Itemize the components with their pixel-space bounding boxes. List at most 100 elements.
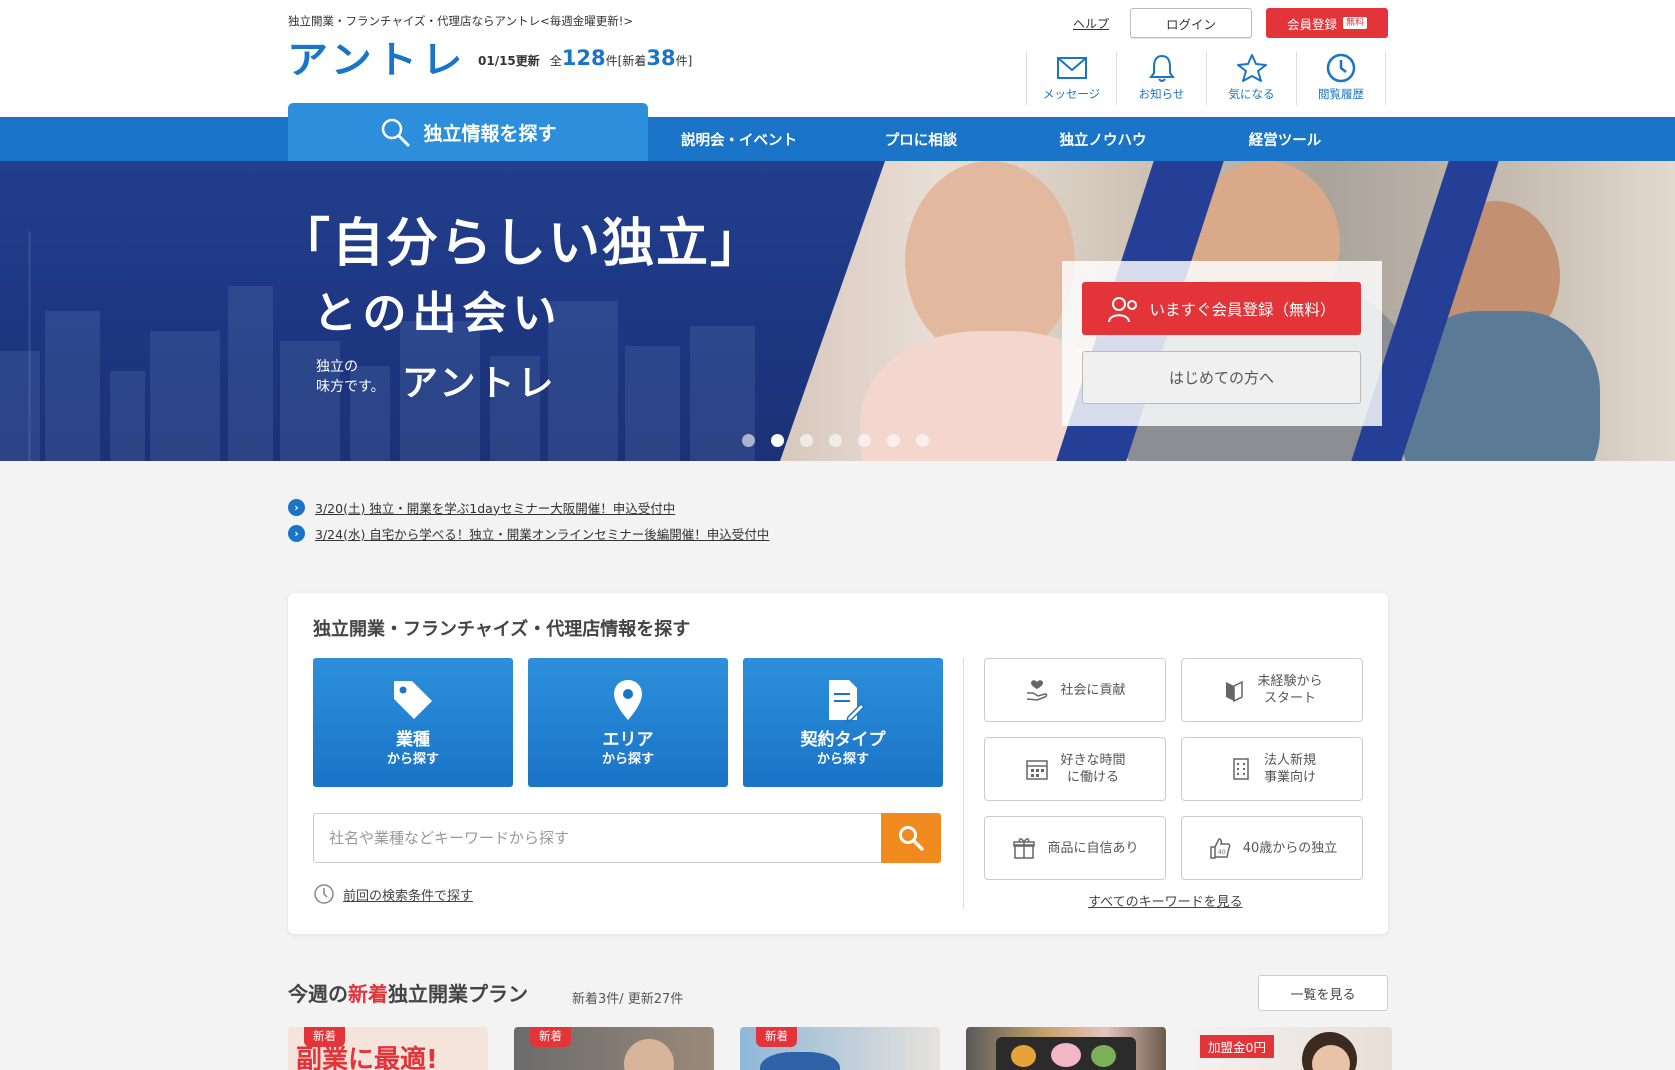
hero-register-button[interactable]: いますぐ会員登録（無料） (1082, 282, 1361, 335)
plans-title-new: 新着 (348, 982, 388, 1006)
nav-item-knowhow[interactable]: 独立ノウハウ (1012, 117, 1194, 161)
carousel-dots (742, 434, 929, 447)
total-count: 128 (561, 46, 606, 70)
header: 独立開業・フランチャイズ・代理店ならアントレ<毎週金曜更新!> アントレ 01/… (0, 0, 1675, 117)
plan-card[interactable]: 加盟金0円 (1192, 1027, 1392, 1070)
chevron-right-icon: › (288, 498, 305, 516)
keyword-label: 社会に貢献 (1060, 682, 1126, 698)
plans-title-pre: 今週の (288, 982, 348, 1006)
total-prefix: 全 (549, 54, 562, 68)
search-icon (899, 826, 924, 851)
keyword-social-contribution[interactable]: 社会に貢献 (984, 658, 1166, 722)
nav-item-tools[interactable]: 経営ツール (1194, 117, 1376, 161)
plans-title-post: 独立開業プラン (388, 982, 528, 1006)
keyword-label: 未経験から スタート (1257, 674, 1323, 706)
keyword-inexperienced[interactable]: 未経験から スタート (1181, 658, 1363, 722)
hero-logo: アントレ (402, 363, 557, 404)
messages-label: メッセージ (1042, 87, 1101, 101)
news-list: › 3/20(土) 独立・開業を学ぶ1dayセミナー大阪開催！申込受付中 › 3… (288, 494, 769, 546)
thumbs-up-40-icon: 40 (1209, 838, 1231, 859)
chevron-right-icon: › (288, 524, 305, 542)
plan-card[interactable]: 新着 (740, 1027, 940, 1070)
previous-search-link[interactable]: 前回の検索条件で探す (343, 885, 473, 904)
previous-search[interactable]: 前回の検索条件で探す (313, 883, 473, 905)
hero-tagline-line2: 味方です。 (316, 379, 385, 395)
keyword-product-confidence[interactable]: 商品に自信あり (984, 816, 1166, 880)
nav-item-consult[interactable]: プロに相談 (830, 117, 1012, 161)
total-unit: 件[新着 (605, 54, 647, 68)
carousel-dot[interactable] (858, 434, 871, 447)
update-date: 01/15更新 (478, 54, 540, 68)
carousel-dot[interactable] (829, 434, 842, 447)
history-button[interactable]: 閲覧履歴 (1296, 52, 1386, 105)
area-sub: から探す (601, 751, 654, 767)
messages-button[interactable]: メッセージ (1026, 52, 1116, 105)
view-all-plans-button[interactable]: 一覧を見る (1258, 975, 1388, 1011)
contract-sub: から探す (816, 751, 869, 767)
tag-icon (394, 680, 432, 719)
new-badge: 新着 (530, 1027, 571, 1047)
bell-icon (1148, 54, 1175, 82)
carousel-dot[interactable] (916, 434, 929, 447)
plan-card[interactable]: 新着 副業に最適! (288, 1027, 488, 1070)
nav-item-events[interactable]: 説明会・イベント (648, 117, 830, 161)
add-user-icon (1108, 296, 1138, 322)
carousel-dot[interactable] (800, 434, 813, 447)
calendar-icon (1026, 760, 1049, 780)
news-link[interactable]: 3/24(水) 自宅から学べる！独立・開業オンラインセミナー後編開催！申込受付中 (315, 524, 769, 543)
plan-card[interactable] (966, 1027, 1166, 1070)
register-label: 会員登録 (1286, 16, 1337, 32)
hero-title: 「自分らしい独立」 (278, 214, 765, 274)
contract-label: 契約タイプ (800, 729, 886, 750)
keyword-label: 40歳からの独立 (1242, 840, 1338, 856)
favorites-label: 気になる (1228, 87, 1275, 101)
first-time-button[interactable]: はじめての方へ (1082, 351, 1361, 404)
news-item[interactable]: › 3/20(土) 独立・開業を学ぶ1dayセミナー大阪開催！申込受付中 (288, 494, 769, 520)
notifications-button[interactable]: お知らせ (1116, 52, 1206, 105)
history-label: 閲覧履歴 (1318, 87, 1364, 101)
search-card: 独立開業・フランチャイズ・代理店情報を探す 業種 から探す エリア から探す 契… (288, 593, 1388, 934)
carousel-dot[interactable] (887, 434, 900, 447)
search-by-industry-button[interactable]: 業種 から探す (313, 658, 513, 787)
plans-count: 新着3件/ 更新27件 (572, 992, 684, 1007)
keyword-flexible-hours[interactable]: 好きな時間 に働ける (984, 737, 1166, 801)
news-link[interactable]: 3/20(土) 独立・開業を学ぶ1dayセミナー大阪開催！申込受付中 (315, 498, 675, 517)
heart-hand-icon (1027, 680, 1048, 701)
keyword-search-button[interactable] (881, 813, 941, 863)
search-by-area-button[interactable]: エリア から探す (528, 658, 728, 787)
tagline: 独立開業・フランチャイズ・代理店ならアントレ<毎週金曜更新!> (288, 14, 633, 28)
area-label: エリア (602, 729, 654, 750)
keyword-corporate[interactable]: 法人新規 事業向け (1181, 737, 1363, 801)
search-card-title: 独立開業・フランチャイズ・代理店情報を探す (313, 619, 691, 640)
keyword-age-40[interactable]: 40 40歳からの独立 (1181, 816, 1363, 880)
carousel-dot-active[interactable] (771, 434, 784, 447)
carousel-dot[interactable] (742, 434, 755, 447)
login-button[interactable]: ログイン (1130, 8, 1252, 38)
pin-icon (614, 679, 642, 720)
building-icon (1233, 758, 1249, 780)
news-item[interactable]: › 3/24(水) 自宅から学べる！独立・開業オンラインセミナー後編開催！申込受… (288, 520, 769, 546)
favorites-button[interactable]: 気になる (1206, 52, 1296, 105)
nav-search-label: 独立情報を探す (423, 122, 557, 145)
plan-card[interactable]: 新着 (514, 1027, 714, 1070)
help-link[interactable]: ヘルプ (1073, 15, 1109, 32)
keyword-search-input[interactable] (313, 813, 881, 863)
site-logo[interactable]: アントレ (287, 41, 462, 79)
keyword-label: 好きな時間 に働ける (1060, 753, 1126, 785)
nav-search-tab[interactable]: 独立情報を探す (288, 103, 648, 161)
keyword-label: 法人新規 事業向け (1263, 753, 1316, 785)
register-button[interactable]: 会員登録 無料 (1266, 8, 1388, 38)
new-badge: 新着 (756, 1027, 797, 1047)
update-info: 01/15更新 全 128 件[新着 38 件] (478, 46, 692, 70)
free-badge: 無料 (1343, 17, 1368, 29)
search-by-contract-button[interactable]: 契約タイプ から探す (743, 658, 943, 787)
industry-label: 業種 (396, 729, 430, 750)
hero-subtitle: との出会い (313, 288, 563, 339)
gift-icon (1013, 838, 1036, 859)
hero-banner[interactable]: 「自分らしい独立」 との出会い 独立の 味方です。 アントレ いますぐ会員登録（… (0, 161, 1675, 461)
all-keywords-link[interactable]: すべてのキーワードを見る (1088, 891, 1243, 910)
svg-text:40: 40 (1218, 849, 1226, 856)
star-icon (1236, 54, 1267, 82)
fee-badge: 加盟金0円 (1200, 1035, 1274, 1058)
search-icon (382, 118, 410, 147)
